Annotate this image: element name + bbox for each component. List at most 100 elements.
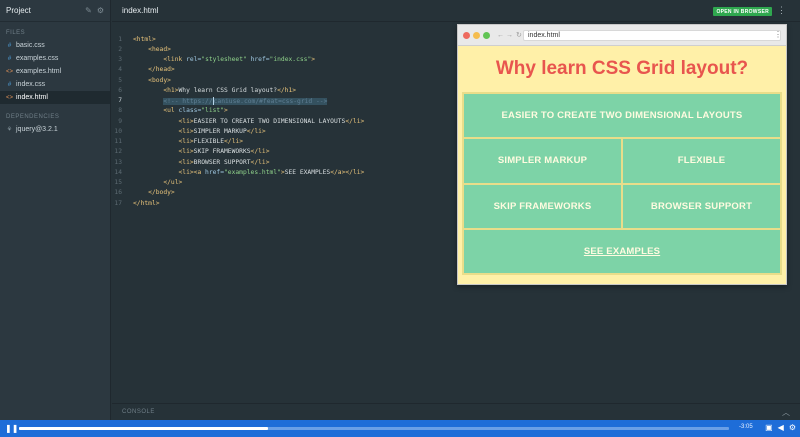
code-text: <li>SIMPLER MARKUP</li> [178,127,266,135]
code-line[interactable]: 16 </body> [112,188,364,198]
chevron-up-icon[interactable]: ︿ [782,407,790,418]
line-number: 13 [114,158,122,166]
line-number: 7 [118,97,122,105]
line-number: 17 [114,199,122,207]
code-line[interactable]: 12 <li>SKIP FRAMEWORKS</li> [112,147,364,157]
line-number: 12 [114,148,122,156]
more-menu-icon[interactable]: ⋮ [777,5,786,16]
reasons-grid: EASIER TO CREATE TWO DIMENSIONAL LAYOUTS… [462,92,782,275]
address-bar[interactable]: index.html [523,30,781,41]
code-line[interactable]: 2 <head> [112,44,364,54]
line-number: 9 [118,117,122,125]
package-icon: ⚘ [6,127,13,133]
grid-item-browser-support: BROWSER SUPPORT [622,183,781,229]
dependency-list: ⚘ jquery@3.2.1 [0,123,110,136]
console-panel[interactable]: CONSOLE ︿ [112,403,800,420]
code-line[interactable]: 8 <ul class="list"> [112,106,364,116]
maximize-dot-icon[interactable] [483,31,490,39]
code-text: </body> [148,189,175,197]
back-arrow-icon[interactable]: ← [497,32,504,39]
browser-more-icon[interactable]: ⋮ [774,30,782,39]
browser-toolbar: ← → ↻ index.html ⋮ [458,25,786,46]
code-text: <li>FLEXIBLE</li> [178,138,243,146]
line-number: 4 [118,66,122,74]
browser-preview: ← → ↻ index.html ⋮ Why learn CSS Grid la… [457,24,787,285]
screen-icon[interactable]: ▣ [765,423,773,432]
file-list: # basic.css # examples.css <> examples.html # i… [0,39,110,104]
code-text: <head> [148,45,171,53]
code-line[interactable]: 13 <li>BROWSER SUPPORT</li> [112,157,364,167]
code-text: <html> [133,35,156,43]
code-line[interactable]: 15 </ul> [112,178,364,188]
line-number: 2 [118,45,122,53]
line-number: 14 [114,168,122,176]
progress-track[interactable] [19,427,729,430]
file-item[interactable]: <> index.html [0,91,110,104]
code-line[interactable]: 11 <li>FLEXIBLE</li> [112,137,364,147]
code-text: <li>SKIP FRAMEWORKS</li> [178,148,270,156]
edit-icon[interactable]: ✎ [85,6,92,15]
css-file-icon: # [7,55,12,62]
file-item[interactable]: # index.css [0,78,110,91]
code-text: </html> [133,199,160,207]
progress-fill [19,427,268,430]
css-file-icon: # [7,81,12,88]
see-examples-link[interactable]: SEE EXAMPLES [584,246,660,257]
console-label: CONSOLE [122,409,155,415]
editor-tab[interactable]: index.html [122,6,158,15]
code-text: <h1>Why learn CSS Grid layout?</h1> [163,86,297,94]
video-player-bar: ❚❚ -3:05 ▣ ◀ ⚙ [0,420,800,437]
code-text: <body> [148,76,171,84]
sidebar: Project ✎ ⚙ FILES # basic.css # examples.cs… [0,0,111,420]
file-name: index.html [16,94,48,101]
grid-item-skip-frameworks: SKIP FRAMEWORKS [463,183,622,229]
code-line[interactable]: 3 <link rel="stylesheet" href="index.css… [112,55,364,65]
file-item[interactable]: # basic.css [0,39,110,52]
code-text: <li>BROWSER SUPPORT</li> [178,158,270,166]
code-line[interactable]: 6 <h1>Why learn CSS Grid layout?</h1> [112,85,364,95]
code-text: <!-- https://caniuse.com/#feat=css-grid … [163,96,328,105]
volume-icon[interactable]: ◀ [778,423,784,432]
app-window: Project ✎ ⚙ FILES # basic.css # examples.cs… [0,0,800,437]
html-file-icon: <> [6,94,14,101]
file-name: examples.html [16,68,62,75]
file-name: basic.css [16,42,45,49]
code-editor[interactable]: 1 <html> 2 <head> 3 <link rel="stylesheet" … [112,34,364,208]
grid-item-easier: EASIER TO CREATE TWO DIMENSIONAL LAYOUTS [463,93,781,139]
code-line[interactable]: 7 <!-- https://caniuse.com/#feat=css-gri… [112,96,364,106]
grid-item-see-examples: SEE EXAMPLES [463,228,781,274]
code-line[interactable]: 10 <li>SIMPLER MARKUP</li> [112,126,364,136]
file-item[interactable]: <> examples.html [0,65,110,78]
time-remaining: -3:05 [739,424,753,430]
line-number: 5 [118,76,122,84]
reload-icon[interactable]: ↻ [516,31,522,39]
code-line[interactable]: 5 <body> [112,75,364,85]
pause-icon[interactable]: ❚❚ [5,424,18,433]
gear-icon[interactable]: ⚙ [97,6,104,15]
html-file-icon: <> [6,68,14,75]
file-name: index.css [16,81,46,88]
line-number: 6 [118,86,122,94]
code-line[interactable]: 9 <li>EASIER TO CREATE TWO DIMENSIONAL L… [112,116,364,126]
line-number: 15 [114,179,122,187]
line-number: 10 [114,127,122,135]
code-line[interactable]: 1 <html> [112,34,364,44]
code-line[interactable]: 17 </html> [112,198,364,208]
settings-icon[interactable]: ⚙ [789,423,796,432]
code-text: <link rel="stylesheet" href="index.css"> [163,56,316,64]
minimize-dot-icon[interactable] [473,31,480,39]
code-line[interactable]: 4 </head> [112,65,364,75]
page-heading: Why learn CSS Grid layout? [495,58,749,79]
code-line[interactable]: 14 <li><a href="examples.html">SEE EXAMP… [112,167,364,177]
file-name: examples.css [16,55,59,62]
forward-arrow-icon[interactable]: → [506,32,513,39]
file-item[interactable]: # examples.css [0,52,110,65]
dependency-item[interactable]: ⚘ jquery@3.2.1 [0,123,110,136]
open-in-browser-button[interactable]: OPEN IN BROWSER [713,7,772,16]
line-number: 8 [118,107,122,115]
dependencies-section-label: DEPENDENCIES [6,114,60,120]
close-dot-icon[interactable] [463,31,470,39]
sidebar-header: Project ✎ ⚙ [0,0,110,22]
grid-item-simpler-markup: SIMPLER MARKUP [463,138,622,184]
line-number: 1 [118,35,122,43]
